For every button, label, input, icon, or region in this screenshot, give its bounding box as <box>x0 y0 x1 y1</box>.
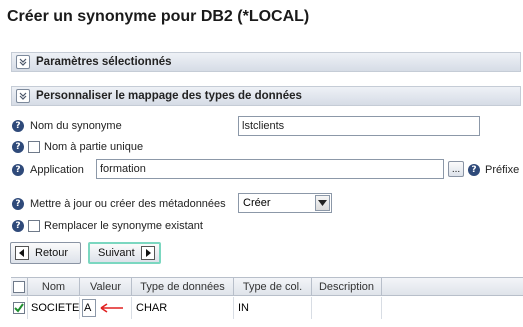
cell-type-donnees: CHAR <box>132 297 234 319</box>
help-icon[interactable]: ? <box>12 120 24 132</box>
unique-part-label: Nom à partie unique <box>44 141 144 153</box>
next-button-label: Suivant <box>98 247 135 259</box>
cell-description <box>312 297 382 319</box>
synonym-name-label: Nom du synonyme <box>30 120 122 132</box>
header-description[interactable]: Description <box>312 278 382 296</box>
next-arrow-icon <box>140 246 155 260</box>
select-all-cell <box>11 278 28 296</box>
back-arrow-icon <box>15 246 29 260</box>
red-arrow-annotation <box>100 303 123 313</box>
cell-valeur[interactable]: A <box>80 297 132 319</box>
dropdown-arrow-icon[interactable] <box>315 195 330 211</box>
help-icon[interactable]: ? <box>12 198 24 210</box>
header-type-donnees[interactable]: Type de données <box>132 278 234 296</box>
application-input[interactable]: formation <box>96 159 444 179</box>
next-button[interactable]: Suivant <box>88 242 161 264</box>
replace-label: Remplacer le synonyme existant <box>44 220 203 232</box>
back-button-label: Retour <box>35 247 69 259</box>
header-valeur[interactable]: Valeur <box>80 278 132 296</box>
prefix-row: ? Préfixe <box>468 164 519 176</box>
back-button[interactable]: Retour <box>10 242 81 264</box>
section-label: Personnaliser le mappage des types de do… <box>36 90 302 102</box>
section-selected-params[interactable]: Paramètres sélectionnés <box>11 52 521 72</box>
unique-part-row: ? Nom à partie unique <box>12 141 143 153</box>
value-input[interactable]: A <box>82 299 96 317</box>
header-type-col[interactable]: Type de col. <box>234 278 312 296</box>
synonym-name-row: ? Nom du synonyme <box>12 120 122 132</box>
section-custom-mapping[interactable]: Personnaliser le mappage des types de do… <box>11 86 521 106</box>
chevron-expand-icon[interactable] <box>16 55 30 69</box>
help-icon[interactable]: ? <box>12 220 24 232</box>
replace-row: ? Remplacer le synonyme existant <box>12 220 203 232</box>
browse-label: ... <box>451 163 461 175</box>
cell-type-col: IN <box>234 297 312 319</box>
chevron-expand-icon[interactable] <box>16 89 30 103</box>
prefix-label: Préfixe <box>485 164 520 176</box>
select-all-checkbox[interactable] <box>13 281 25 293</box>
metadata-select[interactable]: Créer <box>238 193 332 213</box>
metadata-row: ? Mettre à jour ou créer des métadonnées <box>12 198 226 210</box>
synonym-name-input[interactable]: lstclients <box>238 116 480 136</box>
unique-part-checkbox[interactable] <box>28 141 40 153</box>
browse-button[interactable]: ... <box>448 161 464 177</box>
application-row: ? Application <box>12 164 84 176</box>
section-label: Paramètres sélectionnés <box>36 56 172 68</box>
row-checkbox[interactable] <box>13 302 25 314</box>
row-select-cell <box>11 297 28 319</box>
application-label: Application <box>30 164 84 176</box>
help-icon[interactable]: ? <box>468 164 480 176</box>
metadata-select-value: Créer <box>243 197 271 209</box>
replace-checkbox[interactable] <box>28 220 40 232</box>
mapping-table: Nom Valeur Type de données Type de col. … <box>11 277 523 327</box>
cell-nom: SOCIETE <box>28 297 80 319</box>
help-icon[interactable]: ? <box>12 164 24 176</box>
header-nom[interactable]: Nom <box>28 278 80 296</box>
metadata-label: Mettre à jour ou créer des métadonnées <box>30 198 226 210</box>
help-icon[interactable]: ? <box>12 141 24 153</box>
page-title: Créer un synonyme pour DB2 (*LOCAL) <box>7 8 310 25</box>
